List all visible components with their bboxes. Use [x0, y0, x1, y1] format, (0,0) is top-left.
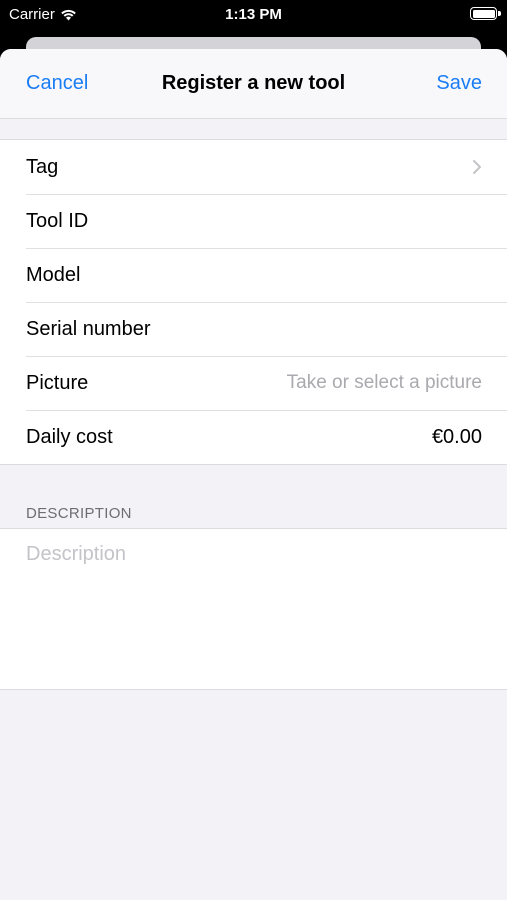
- save-button[interactable]: Save: [436, 72, 482, 95]
- tool-form: Tag Tool ID Model Serial number Picture …: [0, 139, 507, 465]
- model-row[interactable]: Model: [0, 248, 507, 302]
- description-section: Description: [0, 528, 507, 690]
- navigation-bar: Cancel Register a new tool Save: [0, 49, 507, 119]
- daily-cost-label: Daily cost: [26, 425, 113, 448]
- chevron-right-icon: [473, 160, 481, 174]
- tool-id-row[interactable]: Tool ID: [0, 194, 507, 248]
- description-field[interactable]: Description: [26, 543, 481, 566]
- tag-label: Tag: [26, 155, 59, 178]
- battery-icon: [470, 7, 501, 20]
- status-bar: Carrier 1:13 PM: [0, 0, 507, 30]
- description-section-header: DESCRIPTION: [26, 505, 132, 522]
- page-title: Register a new tool: [161, 72, 346, 94]
- register-tool-sheet: Cancel Register a new tool Save Tag Tool…: [0, 49, 507, 900]
- tool-id-label: Tool ID: [26, 209, 89, 232]
- model-label: Model: [26, 263, 81, 286]
- clock: 1:13 PM: [225, 6, 282, 23]
- picture-label: Picture: [26, 371, 89, 394]
- serial-number-label: Serial number: [26, 317, 151, 340]
- picture-placeholder: Take or select a picture: [286, 372, 482, 393]
- picture-row[interactable]: Picture Take or select a picture: [0, 356, 507, 410]
- serial-number-row[interactable]: Serial number: [0, 302, 507, 356]
- daily-cost-row[interactable]: Daily cost €0.00: [0, 410, 507, 464]
- daily-cost-value[interactable]: €0.00: [432, 426, 482, 449]
- tag-row[interactable]: Tag: [0, 140, 507, 194]
